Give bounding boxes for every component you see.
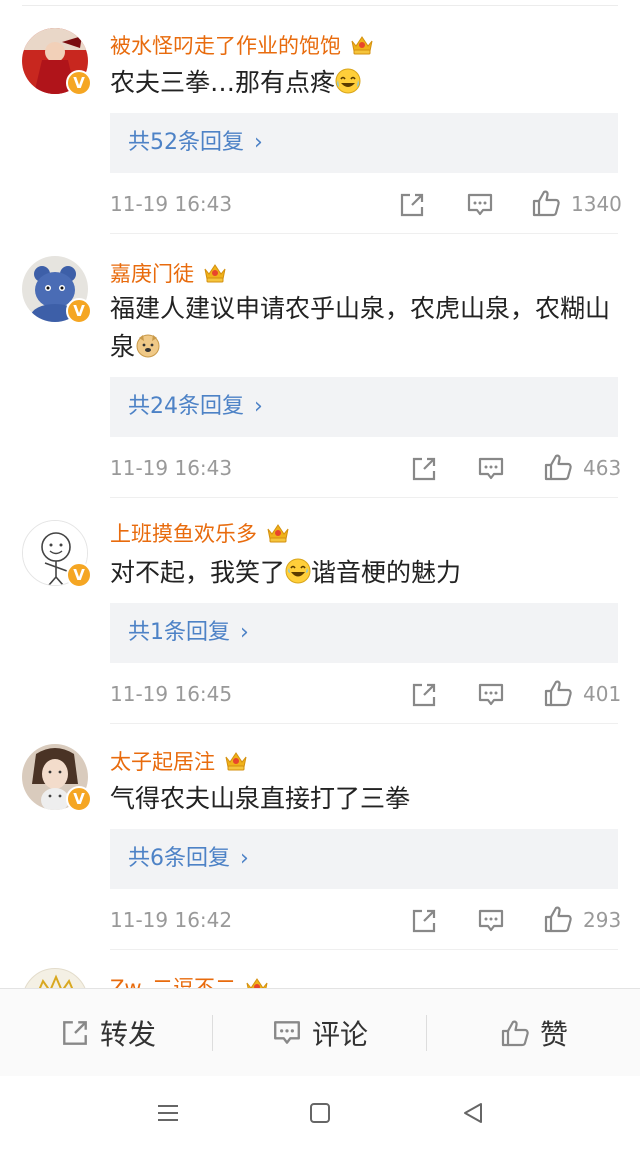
thumbs-up-icon[interactable]: [531, 188, 561, 218]
verified-v-icon: V: [66, 298, 92, 324]
timestamp: 11-19 16:45: [110, 682, 233, 706]
divider: [110, 949, 618, 950]
comment-text: 福建人建议申请农乎山泉，农虎山泉，农糊山泉: [110, 294, 611, 361]
username[interactable]: 被水怪叼走了作业的饱饱: [110, 30, 375, 60]
comment-item: V 嘉庚门徒 福建人建议申请农乎山泉，农虎山泉，农糊山泉 共24条回复 › 11-…: [0, 234, 640, 466]
chevron-right-icon: ›: [240, 620, 249, 645]
username[interactable]: 太子起居注: [110, 746, 249, 776]
system-nav-bar: [0, 1076, 640, 1154]
repost-button[interactable]: 转发: [60, 989, 156, 1077]
comment-icon[interactable]: [477, 906, 505, 936]
timestamp: 11-19 16:43: [110, 192, 233, 216]
comment-item: V 上班摸鱼欢乐多 对不起，我笑了 谐音梗的魅力 共1条回复 › 11-19 16:…: [0, 498, 640, 730]
comment-icon[interactable]: [466, 190, 494, 220]
back-triangle-icon[interactable]: [460, 1100, 486, 1126]
divider: [212, 1015, 213, 1051]
divider: [426, 1015, 427, 1051]
avatar[interactable]: V: [22, 256, 92, 324]
like-count: 463: [583, 456, 622, 480]
laughing-crying-emoji-icon: [335, 68, 361, 94]
thumbs-up-icon[interactable]: [543, 904, 573, 934]
chevron-right-icon: ›: [254, 394, 263, 419]
thumbs-up-icon[interactable]: [543, 452, 573, 482]
replies-link[interactable]: 共6条回复 ›: [110, 829, 618, 889]
menu-icon[interactable]: [155, 1100, 181, 1126]
comment-button[interactable]: 评论: [272, 989, 368, 1077]
avatar[interactable]: V: [22, 28, 92, 96]
replies-link[interactable]: 共1条回复 ›: [110, 603, 618, 663]
comment-icon[interactable]: [477, 454, 505, 484]
timestamp: 11-19 16:42: [110, 908, 233, 932]
share-icon: [60, 1018, 90, 1048]
share-icon[interactable]: [410, 906, 438, 936]
crown-badge-icon: [223, 748, 249, 772]
verified-v-icon: V: [66, 786, 92, 812]
like-count: 293: [583, 908, 622, 932]
avatar[interactable]: [22, 968, 88, 990]
doge-emoji-icon: [136, 334, 160, 358]
comment-text: 对不起，我笑了 谐音梗的魅力: [110, 558, 462, 587]
thumbs-up-icon[interactable]: [543, 678, 573, 708]
home-square-icon[interactable]: [307, 1100, 333, 1126]
comment-icon[interactable]: [477, 680, 505, 710]
like-count: 401: [583, 682, 622, 706]
comment-text: 气得农夫山泉直接打了三拳: [110, 784, 411, 813]
share-icon[interactable]: [410, 454, 438, 484]
share-icon[interactable]: [398, 190, 426, 220]
timestamp: 11-19 16:43: [110, 456, 233, 480]
thumbs-up-icon: [500, 1018, 530, 1048]
crown-badge-icon: [265, 520, 291, 544]
comment-item: V 被水怪叼走了作业的饱饱 农夫三拳…那有点疼 共52条回复 › 11-19 16…: [0, 0, 640, 232]
like-count: 1340: [571, 192, 622, 216]
avatar[interactable]: V: [22, 520, 92, 588]
replies-link[interactable]: 共24条回复 ›: [110, 377, 618, 437]
comment-item-partial: Zw_二逗不二: [0, 960, 640, 990]
chevron-right-icon: ›: [240, 846, 249, 871]
verified-v-icon: V: [66, 562, 92, 588]
comment-item: V 太子起居注 气得农夫山泉直接打了三拳 共6条回复 › 11-19 16:42 …: [0, 724, 640, 956]
avatar[interactable]: V: [22, 744, 92, 812]
bottom-action-bar: 转发 评论 赞: [0, 988, 640, 1076]
chevron-right-icon: ›: [254, 130, 263, 155]
laughing-tears-emoji-icon: [285, 558, 311, 584]
like-button[interactable]: 赞: [500, 989, 568, 1077]
username[interactable]: 上班摸鱼欢乐多: [110, 518, 291, 548]
crown-badge-icon: [349, 32, 375, 56]
verified-v-icon: V: [66, 70, 92, 96]
crown-badge-icon: [202, 260, 228, 284]
comment-icon: [272, 1018, 302, 1048]
comment-text: 农夫三拳…那有点疼: [110, 64, 620, 102]
username[interactable]: 嘉庚门徒: [110, 258, 228, 288]
share-icon[interactable]: [410, 680, 438, 710]
replies-link[interactable]: 共52条回复 ›: [110, 113, 618, 173]
